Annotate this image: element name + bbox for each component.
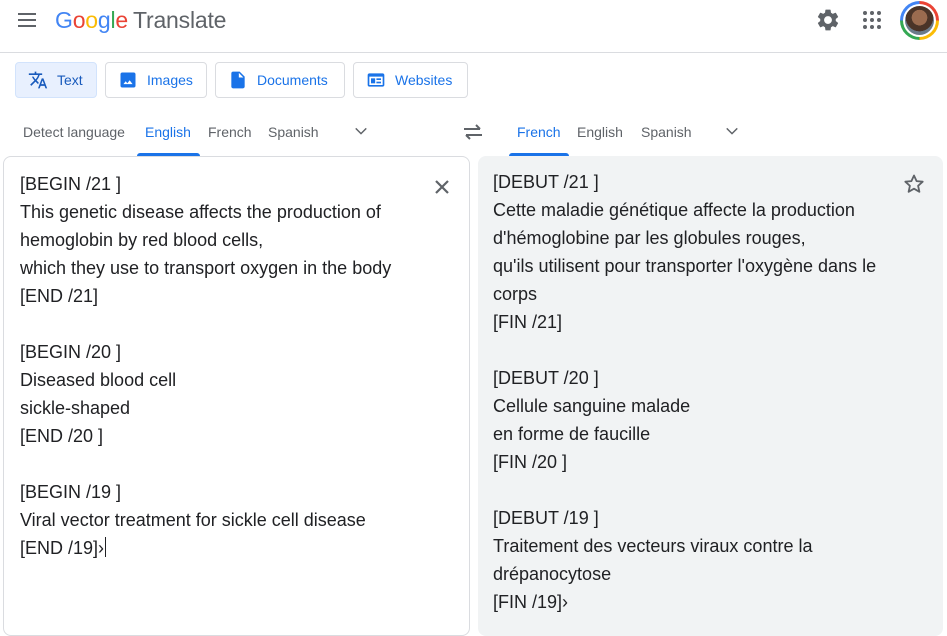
- tab-websites-label: Websites: [395, 72, 453, 88]
- menu-icon[interactable]: [15, 8, 39, 32]
- target-lang-spanish[interactable]: Spanish: [641, 124, 692, 140]
- product-name: Translate: [133, 7, 227, 33]
- logo-letter: G: [55, 7, 73, 33]
- tab-documents[interactable]: Documents: [215, 62, 345, 98]
- tab-text[interactable]: Text: [15, 62, 97, 98]
- tab-websites[interactable]: Websites: [353, 62, 468, 98]
- swap-languages-icon[interactable]: [460, 120, 486, 144]
- avatar-photo: [905, 6, 934, 35]
- source-lang-french[interactable]: French: [208, 124, 252, 140]
- google-translate-logo[interactable]: Google Translate: [55, 6, 226, 34]
- target-more-languages-chevron-down-icon[interactable]: [723, 122, 741, 140]
- translation-output-panel: [DEBUT /21 ] Cette maladie génétique aff…: [478, 156, 943, 636]
- tab-documents-label: Documents: [257, 72, 328, 88]
- image-icon: [120, 72, 136, 88]
- source-lang-english[interactable]: English: [145, 124, 191, 140]
- apps-grid-icon[interactable]: [860, 8, 884, 32]
- translation-text: [DEBUT /21 ] Cette maladie génétique aff…: [493, 172, 877, 612]
- tab-images[interactable]: Images: [105, 62, 207, 98]
- document-icon: [231, 71, 245, 89]
- logo-letter: g: [97, 7, 111, 33]
- source-text-panel[interactable]: [BEGIN /21 ] This genetic disease affect…: [3, 156, 470, 636]
- logo-letter: o: [72, 7, 86, 33]
- text-cursor: [105, 537, 107, 557]
- tab-text-label: Text: [57, 72, 83, 88]
- source-lang-detect[interactable]: Detect language: [23, 124, 125, 140]
- source-lang-spanish[interactable]: Spanish: [268, 124, 319, 140]
- logo-letter: e: [115, 7, 128, 33]
- target-lang-english[interactable]: English: [577, 124, 623, 140]
- translate-icon: [28, 71, 48, 89]
- gear-icon[interactable]: [815, 7, 841, 33]
- website-icon: [367, 73, 385, 87]
- logo-letter: o: [85, 7, 98, 33]
- clear-text-close-icon[interactable]: [430, 175, 454, 199]
- source-more-languages-chevron-down-icon[interactable]: [352, 122, 370, 140]
- target-lang-french[interactable]: French: [517, 124, 561, 140]
- source-text-input[interactable]: [BEGIN /21 ] This genetic disease affect…: [20, 170, 420, 562]
- save-translation-star-icon[interactable]: [902, 172, 926, 196]
- source-text-content: [BEGIN /21 ] This genetic disease affect…: [20, 174, 392, 558]
- avatar[interactable]: [900, 1, 939, 40]
- tab-images-label: Images: [147, 72, 193, 88]
- app-header: Google Translate: [0, 0, 947, 53]
